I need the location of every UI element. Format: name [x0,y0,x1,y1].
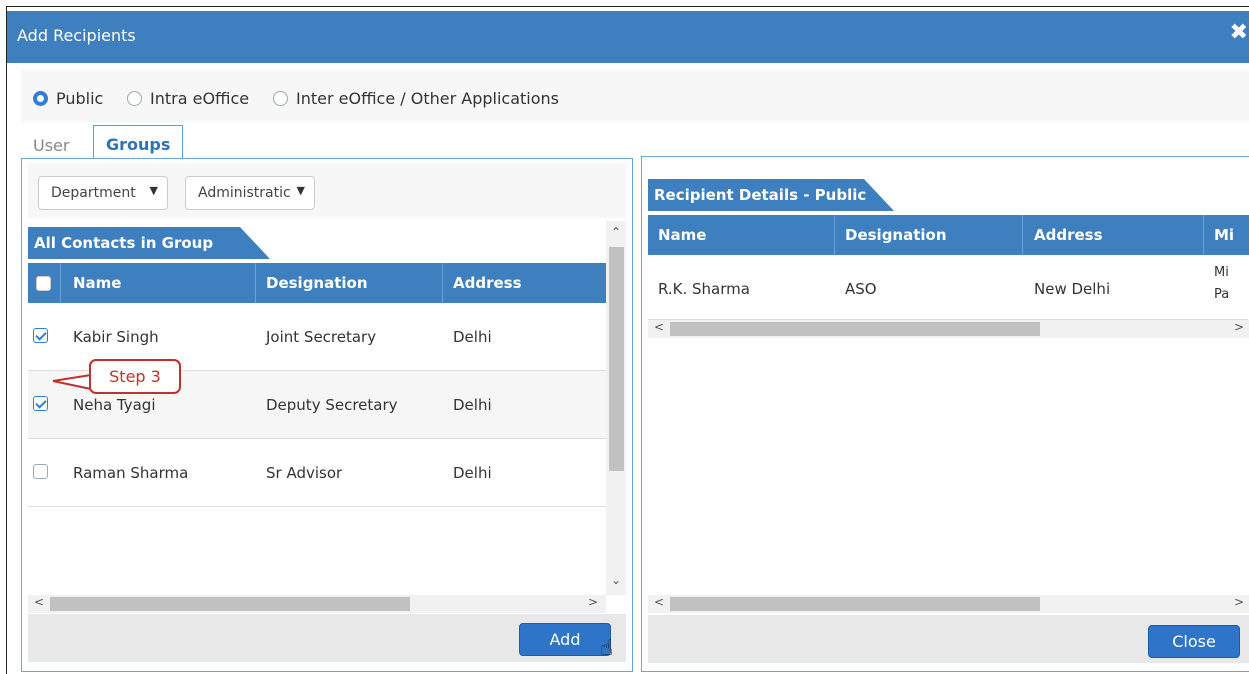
scroll-right-icon[interactable]: > [588,595,598,609]
step-callout: Step 3 [89,359,181,394]
recipients-table-header: Name Designation Address Mi [648,215,1249,255]
recipients-panel: Recipient Details - Public Name Designat… [641,156,1249,672]
add-recipients-dialog: Add Recipients ✖ Public Intra eOffice In… [6,6,1249,674]
radio-inter-indicator[interactable] [273,91,288,106]
close-icon[interactable]: ✖ [1230,22,1248,44]
department-select-value: Department [51,185,136,201]
radio-intra-label: Intra eOffice [150,89,250,108]
col-address-header[interactable]: Address [1034,226,1103,244]
contact-designation: Deputy Secretary [266,396,398,414]
scroll-down-icon[interactable]: ⌄ [611,573,621,587]
dropdown-caret-icon: ▼ [149,184,158,197]
contacts-section-header: All Contacts in Group [28,227,270,259]
contacts-horizontal-scrollbar[interactable]: < > [28,595,606,613]
dialog-titlebar: Add Recipients ✖ [7,11,1249,63]
group-select-value: Administratic [198,185,291,201]
contact-address: Delhi [453,464,492,482]
recipient-address: New Delhi [1034,280,1111,298]
radio-public-indicator[interactable] [33,91,48,106]
recipients-section-header: Recipient Details - Public [648,179,894,211]
radio-inter-eoffice[interactable]: Inter eOffice / Other Applications [273,89,559,108]
table-row[interactable]: Raman Sharma Sr Advisor Delhi [28,439,612,507]
scroll-right-icon[interactable]: > [1234,320,1244,334]
contact-address: Delhi [453,396,492,414]
recipient-name: R.K. Sharma [658,280,750,298]
radio-inter-label: Inter eOffice / Other Applications [296,89,559,108]
contact-name: Neha Tyagi [73,396,156,414]
col-address-header[interactable]: Address [453,274,522,292]
row-checkbox[interactable] [33,396,48,411]
scroll-thumb[interactable] [670,322,1040,336]
scroll-left-icon[interactable]: < [654,595,664,609]
recipient-designation: ASO [845,280,877,298]
col-name-header[interactable]: Name [658,226,706,244]
contact-designation: Sr Advisor [266,464,343,482]
contact-address: Delhi [453,328,492,346]
dialog-title: Add Recipients [17,26,136,45]
callout-pointer [52,373,92,391]
contacts-footer: Add ☝ [28,614,626,662]
tab-bar: User Groups [21,121,641,159]
filter-bar: Department ▼ Administratic ▼ [28,163,626,218]
scroll-left-icon[interactable]: < [34,595,44,609]
col-more-header[interactable]: Mi [1214,226,1234,244]
tab-user[interactable]: User [21,125,81,159]
close-button[interactable]: Close [1148,625,1240,658]
contacts-vertical-scrollbar[interactable]: ⌃ ⌄ [606,221,626,595]
dropdown-caret-icon: ▼ [296,184,305,197]
row-checkbox[interactable] [33,328,48,343]
contact-designation: Joint Secretary [266,328,377,346]
radio-public[interactable]: Public [33,89,103,108]
scroll-thumb[interactable] [609,247,624,471]
radio-intra-eoffice[interactable]: Intra eOffice [127,89,249,108]
col-designation-header[interactable]: Designation [845,226,947,244]
contacts-table-header: Name Designation Address [28,263,606,303]
recipient-extra-line1: Mi [1214,265,1229,280]
contact-name: Kabir Singh [73,328,159,346]
col-name-header[interactable]: Name [73,274,121,292]
row-checkbox[interactable] [33,464,48,479]
recipient-type-group: Public Intra eOffice Inter eOffice / Oth… [21,70,1249,122]
col-designation-header[interactable]: Designation [266,274,368,292]
scroll-left-icon[interactable]: < [654,320,664,334]
department-select[interactable]: Department ▼ [38,176,168,210]
groups-panel: Department ▼ Administratic ▼ All Contact… [21,158,633,672]
scroll-thumb[interactable] [670,597,1040,611]
table-row[interactable]: R.K. Sharma ASO New Delhi Mi Pa [648,255,1248,320]
group-select[interactable]: Administratic ▼ [185,176,315,210]
radio-public-label: Public [56,89,104,108]
scroll-up-icon[interactable]: ⌃ [611,225,621,239]
contact-name: Raman Sharma [73,464,189,482]
tab-groups[interactable]: Groups [93,125,184,159]
hand-cursor-icon: ☝ [600,636,614,661]
scroll-right-icon[interactable]: > [1234,595,1244,609]
radio-intra-indicator[interactable] [127,91,142,106]
add-button[interactable]: Add [519,623,611,656]
recipients-bottom-scrollbar[interactable]: < > [648,595,1249,613]
recipients-horizontal-scrollbar[interactable]: < > [648,320,1249,338]
recipient-extra-line2: Pa [1214,287,1230,302]
select-all-checkbox[interactable] [36,276,51,291]
scroll-thumb[interactable] [50,597,410,611]
recipients-footer: Close [648,615,1249,663]
